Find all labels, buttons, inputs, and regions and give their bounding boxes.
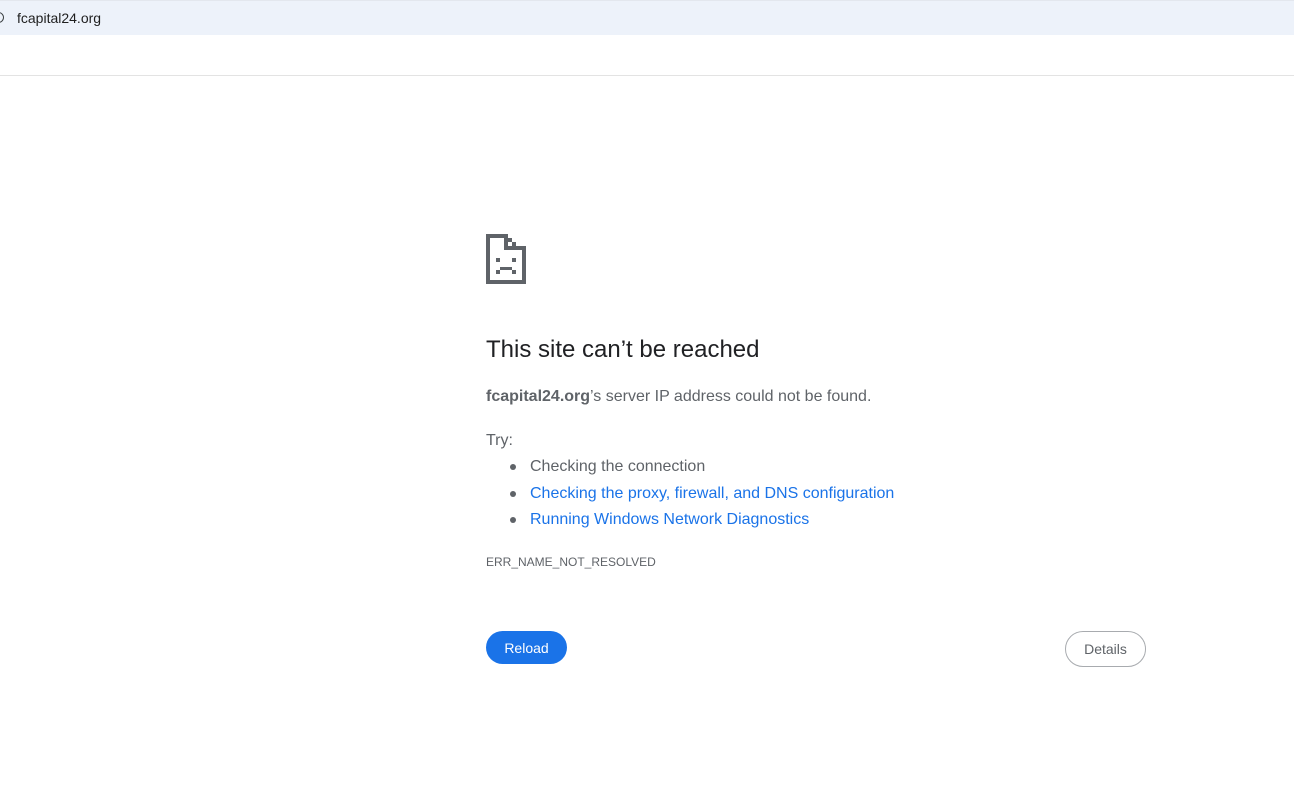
bullet-icon: [510, 464, 516, 470]
suggestion-list: Checking the connection Checking the pro…: [486, 456, 894, 536]
suggestion-item: Checking the connection: [486, 456, 894, 483]
suggestion-item: Checking the proxy, firewall, and DNS co…: [486, 483, 894, 510]
error-message: fcapital24.org’s server IP address could…: [486, 386, 871, 408]
url-text[interactable]: fcapital24.org: [17, 10, 101, 26]
suggestion-check-connection: Checking the connection: [530, 458, 706, 475]
bullet-icon: [510, 517, 516, 523]
error-code: ERR_NAME_NOT_RESOLVED: [486, 555, 656, 569]
toolbar-strip: [0, 35, 1294, 76]
reload-button[interactable]: Reload: [486, 631, 567, 664]
error-host: fcapital24.org: [486, 388, 591, 405]
suggestion-item: Running Windows Network Diagnostics: [486, 509, 894, 536]
error-message-suffix: ’s server IP address could not be found.: [590, 388, 872, 405]
error-heading: This site can’t be reached: [486, 336, 760, 363]
site-info-icon[interactable]: [0, 12, 4, 23]
bullet-icon: [510, 490, 516, 497]
suggestion-proxy-firewall-dns-link[interactable]: Checking the proxy, firewall, and DNS co…: [530, 485, 894, 502]
sad-document-icon: [486, 234, 526, 284]
address-bar[interactable]: fcapital24.org: [0, 0, 1294, 35]
suggestion-network-diagnostics-link[interactable]: Running Windows Network Diagnostics: [530, 511, 809, 528]
try-label: Try:: [486, 432, 513, 449]
details-button[interactable]: Details: [1065, 631, 1146, 667]
